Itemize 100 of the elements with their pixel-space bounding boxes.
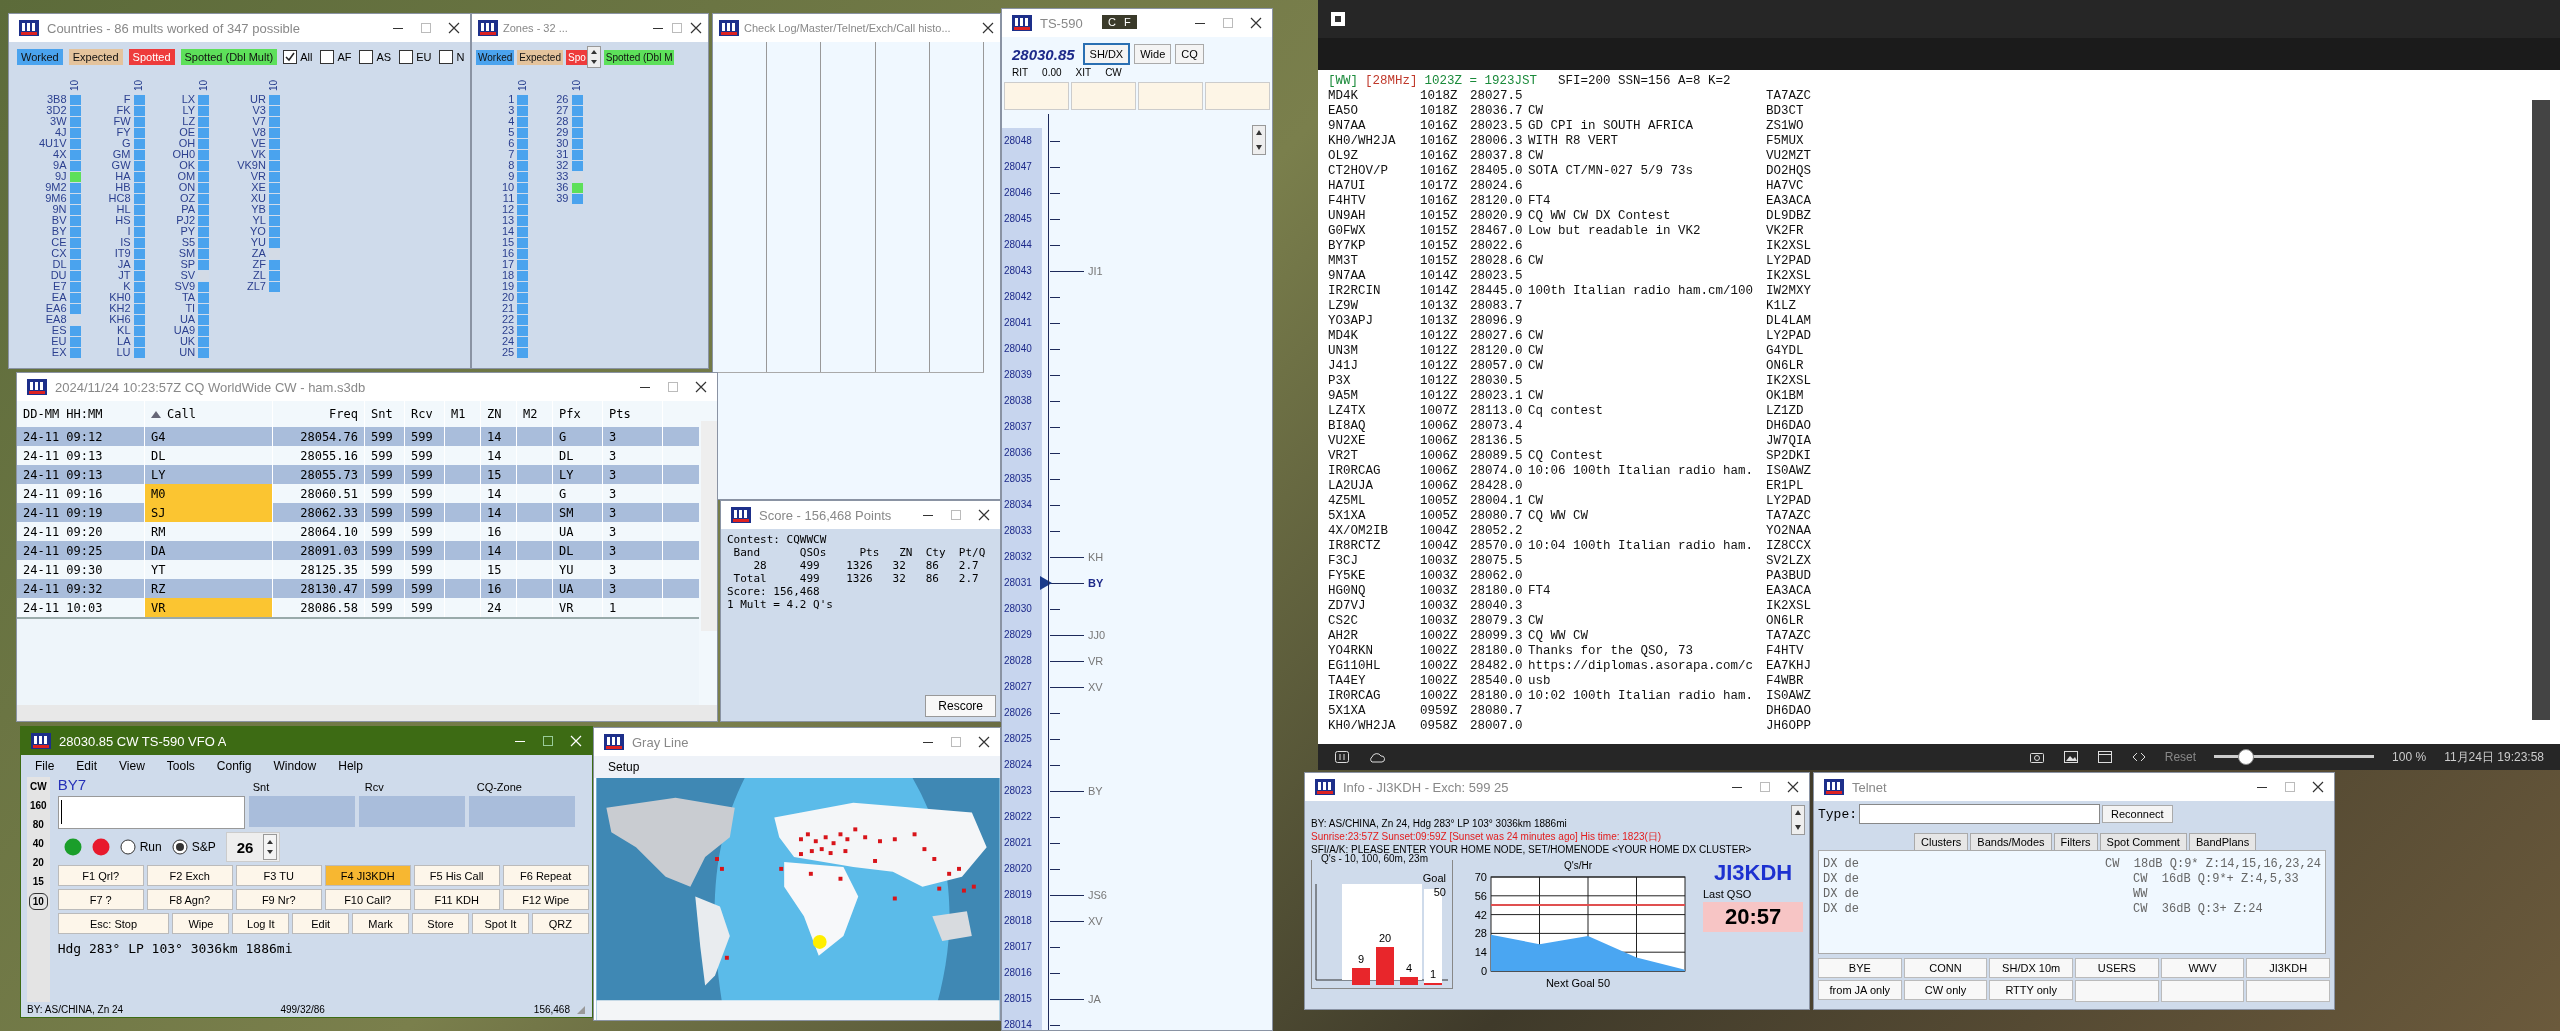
- cluster-command-button[interactable]: CW only: [1903, 980, 1988, 1000]
- column-header[interactable]: Freq: [329, 407, 358, 421]
- menu-item[interactable]: File: [35, 759, 55, 773]
- band-selector[interactable]: 20: [29, 855, 47, 870]
- function-key-button[interactable]: Log It: [232, 913, 290, 934]
- exchange-field[interactable]: [248, 796, 355, 827]
- spot-callsign[interactable]: KH: [1084, 551, 1104, 563]
- cluster-command-button[interactable]: SH/DX 10m: [1989, 958, 2073, 978]
- function-key-button[interactable]: F8 Agn?: [146, 889, 233, 910]
- close-icon[interactable]: [690, 22, 702, 34]
- radio-button[interactable]: [119, 839, 136, 855]
- vertical-scrollbar[interactable]: [2532, 100, 2550, 720]
- spot-callsign[interactable]: JA: [1084, 993, 1101, 1005]
- cluster-command-button[interactable]: BYE: [1818, 958, 1902, 978]
- menu-item[interactable]: Window: [273, 759, 317, 773]
- legend-button[interactable]: Worked: [17, 49, 63, 65]
- function-key-button[interactable]: Esc: Stop: [57, 913, 170, 934]
- spot-callsign[interactable]: BY: [1084, 785, 1103, 797]
- column-header[interactable]: Snt: [371, 407, 393, 421]
- column-header[interactable]: M1: [451, 407, 466, 421]
- status-light-icon[interactable]: [91, 838, 110, 856]
- spot-callsign[interactable]: JI1: [1084, 265, 1103, 277]
- tab[interactable]: BandPlans: [2188, 833, 2257, 850]
- toolbar-button[interactable]: Wide: [1134, 44, 1172, 64]
- window-icon[interactable]: [2096, 749, 2113, 765]
- menu-item[interactable]: View: [119, 759, 145, 773]
- cluster-command-button[interactable]: CONN: [1903, 958, 1988, 978]
- tab[interactable]: Filters: [2053, 833, 2098, 850]
- legend-button[interactable]: Spo: [566, 49, 588, 65]
- column-header[interactable]: Call: [167, 407, 196, 421]
- menu-item[interactable]: Help: [338, 759, 363, 773]
- checkbox[interactable]: [399, 50, 414, 64]
- menu-item[interactable]: Config: [216, 759, 252, 773]
- spot-callsign[interactable]: VR: [1084, 655, 1104, 667]
- function-key-button[interactable]: F1 Qrl?: [57, 865, 144, 886]
- toolbar-button[interactable]: SH/DX: [1082, 43, 1131, 65]
- column-header[interactable]: Rcv: [411, 407, 433, 421]
- menu-item[interactable]: Tools: [166, 759, 195, 773]
- slider-thumb[interactable]: [2238, 749, 2255, 765]
- scroll-arrows-icon[interactable]: [1252, 125, 1266, 155]
- function-key-button[interactable]: F11 KDH: [413, 889, 500, 910]
- legend-button[interactable]: Worked: [476, 49, 515, 65]
- function-key-button[interactable]: F3 TU: [235, 865, 322, 886]
- band-selector[interactable]: 160: [27, 798, 50, 813]
- column-header[interactable]: DD-MM HH:MM: [23, 407, 103, 421]
- cluster-command-button[interactable]: from JA only: [1818, 980, 1902, 1000]
- function-key-button[interactable]: F5 His Call: [413, 865, 500, 886]
- function-key-button[interactable]: F4 JI3KDH: [324, 865, 411, 886]
- scroll-arrows-icon[interactable]: [1791, 805, 1805, 835]
- column-header[interactable]: Pfx: [559, 407, 581, 421]
- close-icon[interactable]: [2312, 781, 2324, 793]
- tab[interactable]: Spot Comment: [2099, 833, 2187, 850]
- legend-button[interactable]: Expected: [68, 49, 123, 65]
- spot-callsign[interactable]: JS6: [1084, 889, 1107, 901]
- spin-arrows-icon[interactable]: [586, 46, 601, 68]
- rescore-button[interactable]: Rescore: [925, 695, 996, 717]
- cluster-command-button[interactable]: RTTY only: [1989, 980, 2073, 1000]
- column-header[interactable]: M2: [523, 407, 538, 421]
- spot-callsign[interactable]: XV: [1084, 681, 1103, 693]
- menu-item[interactable]: Edit: [76, 759, 98, 773]
- checkbox[interactable]: [439, 50, 454, 64]
- close-icon[interactable]: [695, 381, 707, 393]
- function-key-button[interactable]: F10 Call?: [324, 889, 411, 910]
- legend-button[interactable]: Spotted (Dbl M: [603, 49, 675, 65]
- function-key-button[interactable]: F9 Nr?: [235, 889, 322, 910]
- reset-button[interactable]: Reset: [2164, 750, 2197, 764]
- cluster-command-button[interactable]: JI3KDH: [2246, 958, 2330, 978]
- pause-icon[interactable]: [1334, 749, 1350, 765]
- close-icon[interactable]: [982, 22, 994, 34]
- callsign-field[interactable]: [57, 796, 245, 829]
- band-selector[interactable]: 40: [29, 836, 47, 851]
- exchange-field[interactable]: [468, 796, 575, 827]
- horizontal-scrollbar[interactable]: [17, 705, 717, 721]
- function-key-button[interactable]: Wipe: [172, 913, 230, 934]
- band-selector[interactable]: CW: [27, 779, 50, 794]
- radio-button[interactable]: [171, 839, 188, 855]
- band-selector[interactable]: 10: [28, 893, 48, 910]
- checkbox[interactable]: [320, 50, 335, 64]
- legend-button[interactable]: Spotted (Dbl Mult): [180, 49, 278, 65]
- number-spinner[interactable]: 26: [225, 832, 281, 862]
- function-key-button[interactable]: Edit: [292, 913, 350, 934]
- cluster-command-button[interactable]: USERS: [2075, 958, 2159, 978]
- close-icon[interactable]: [1250, 17, 1262, 29]
- column-header[interactable]: Pts: [609, 407, 631, 421]
- reconnect-button[interactable]: Reconnect: [2102, 805, 2173, 823]
- tab[interactable]: Bands/Modes: [1970, 833, 2052, 850]
- function-key-button[interactable]: F6 Repeat: [502, 865, 589, 886]
- band-selector[interactable]: 15: [29, 874, 47, 889]
- command-input[interactable]: [1859, 804, 2100, 824]
- function-key-button[interactable]: Mark: [352, 913, 410, 934]
- function-key-button[interactable]: F7 ?: [57, 889, 144, 910]
- exchange-field[interactable]: [358, 796, 465, 827]
- status-light-icon[interactable]: [63, 838, 82, 856]
- toolbar-button[interactable]: CQ: [1175, 44, 1204, 64]
- close-icon[interactable]: [978, 736, 990, 748]
- close-icon[interactable]: [1787, 781, 1799, 793]
- band-selector[interactable]: 80: [29, 817, 47, 832]
- tab[interactable]: Clusters: [1914, 833, 1969, 850]
- checkbox[interactable]: [283, 50, 298, 64]
- spot-callsign[interactable]: BY: [1084, 577, 1104, 589]
